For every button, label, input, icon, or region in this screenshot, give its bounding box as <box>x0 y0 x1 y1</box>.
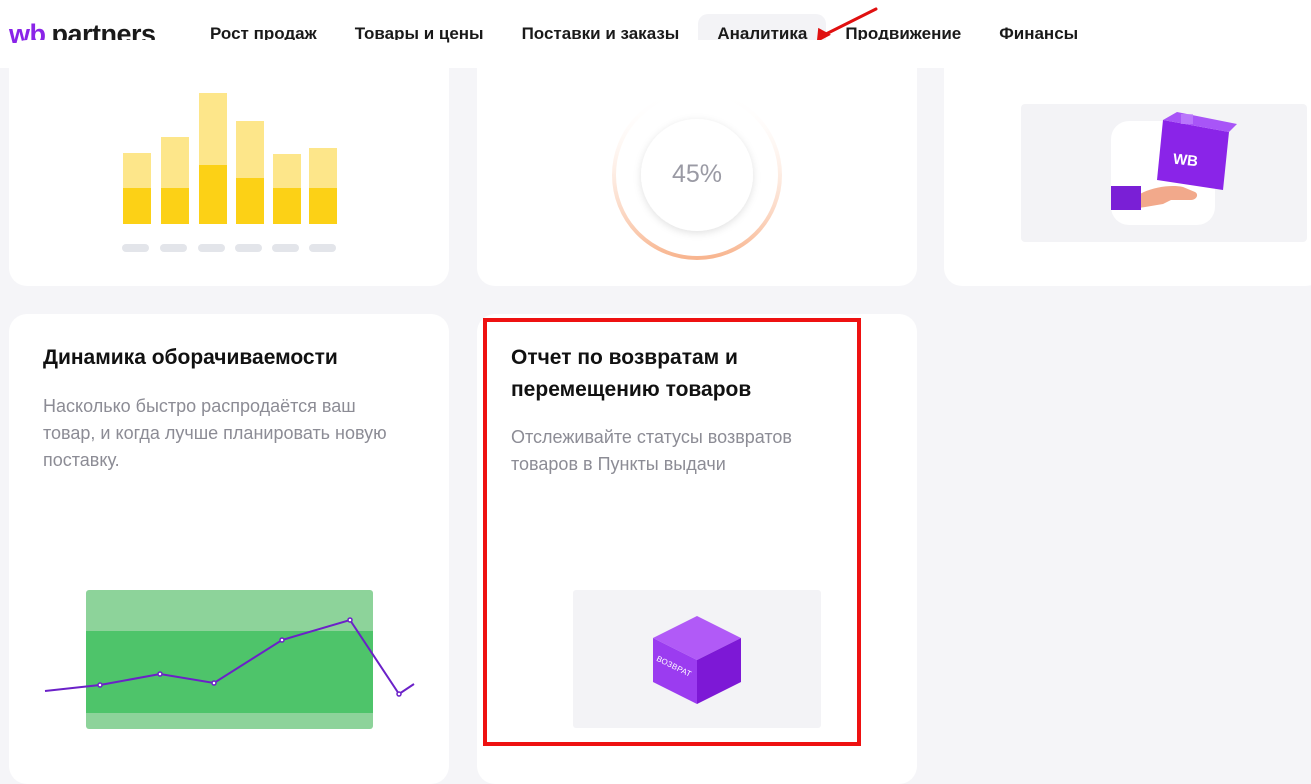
card-title: Динамика оборачиваемости <box>43 346 338 369</box>
card-sales-illustration[interactable] <box>9 40 449 286</box>
box-badge: WB <box>1172 150 1199 171</box>
card-description: Насколько быстро распродаётся ваш товар,… <box>43 396 387 470</box>
bar-chart-illustration <box>122 93 337 252</box>
bar-column-4 <box>236 121 264 224</box>
hand-with-box-icon <box>1111 112 1237 225</box>
bar-axis-placeholders <box>122 244 336 252</box>
percent-value: 45% <box>671 160 723 188</box>
card-box-illustration[interactable]: WB <box>944 40 1311 286</box>
card-turnover-dynamics[interactable]: Динамика оборачиваемости Насколько быстр… <box>9 314 449 784</box>
box-illustration-panel: WB <box>1021 104 1307 242</box>
highlight-frame <box>483 318 861 746</box>
bar-column-5 <box>273 154 301 224</box>
bar-column-6 <box>309 148 337 224</box>
bar-column-1 <box>123 153 151 224</box>
turnover-chart-illustration <box>44 590 415 729</box>
bar-column-2 <box>161 137 189 224</box>
card-percent-widget[interactable]: 45% <box>477 40 917 286</box>
annotation-arrow-icon <box>816 7 878 43</box>
bar-column-3 <box>199 93 227 224</box>
